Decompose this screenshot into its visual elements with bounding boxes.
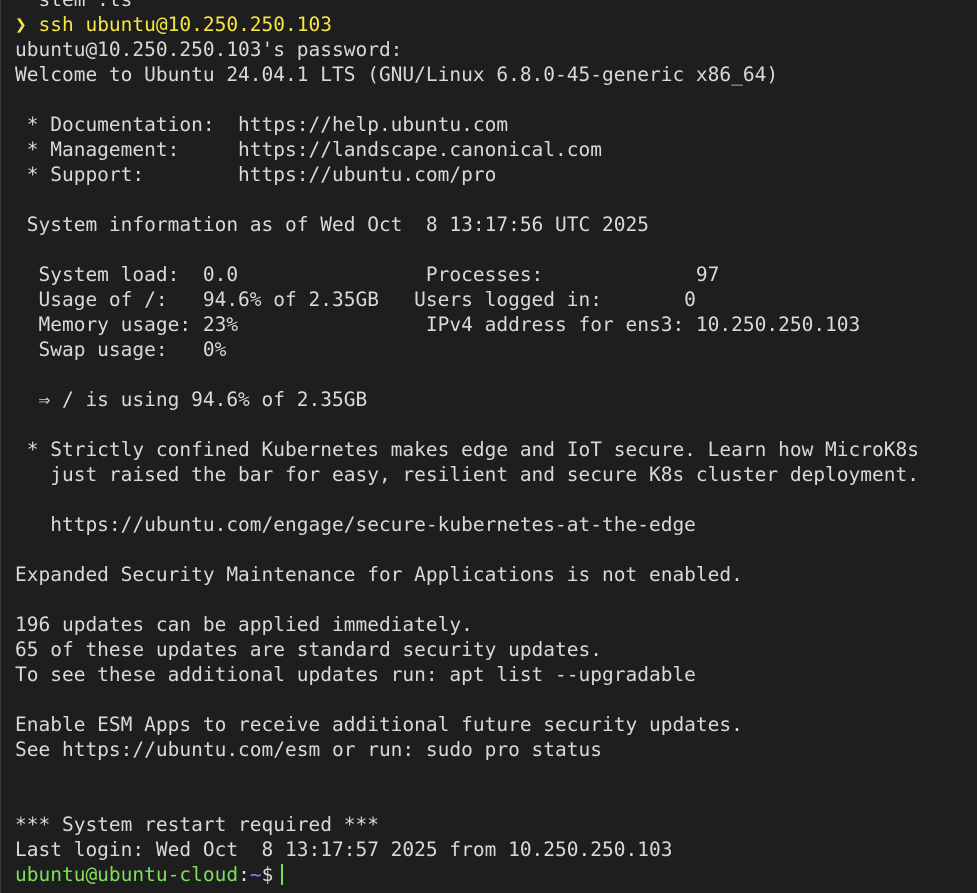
output-line: 65 of these updates are standard securit…	[15, 638, 602, 661]
text-cursor[interactable]	[281, 864, 284, 885]
output-line: * Management: https://landscape.canonica…	[15, 138, 602, 161]
output-line: Last login: Wed Oct 8 13:17:57 2025 from…	[15, 838, 673, 861]
output-line: * Documentation: https://help.ubuntu.com	[15, 113, 509, 136]
prompt-path: ~	[249, 863, 262, 886]
output-line: To see these additional updates run: apt…	[15, 663, 696, 686]
output-line: Memory usage: 23% IPv4 address for ens3:…	[15, 313, 861, 336]
terminal-output: stem .ts ❯ ssh ubuntu@10.250.250.103 ubu…	[1, 0, 977, 887]
output-line: See https://ubuntu.com/esm or run: sudo …	[15, 738, 602, 761]
output-line: * Strictly confined Kubernetes makes edg…	[15, 438, 919, 461]
output-line: 196 updates can be applied immediately.	[15, 613, 473, 636]
output-line: Swap usage: 0%	[15, 338, 227, 361]
prompt-symbol: $	[261, 863, 274, 886]
output-line: Expanded Security Maintenance for Applic…	[15, 563, 743, 586]
output-line: Usage of /: 94.6% of 2.35GB Users logged…	[15, 288, 696, 311]
output-line: Enable ESM Apps to receive additional fu…	[15, 713, 743, 736]
partial-top-line: stem .ts	[1, 0, 977, 12]
command-text: ssh ubuntu@10.250.250.103	[26, 13, 332, 36]
shell-prompt-line[interactable]: ubuntu@ubuntu-cloud:~$	[1, 862, 977, 887]
command-line: ❯ ssh ubuntu@10.250.250.103	[1, 12, 977, 37]
output-line: *** System restart required ***	[15, 813, 379, 836]
terminal-window[interactable]: stem .ts ❯ ssh ubuntu@10.250.250.103 ubu…	[0, 0, 977, 893]
output-line: System information as of Wed Oct 8 13:17…	[15, 213, 649, 236]
output-line: ubuntu@10.250.250.103's password:	[15, 38, 403, 61]
prompt-separator: :	[238, 863, 250, 886]
prompt-arrow-icon: ❯	[15, 13, 27, 36]
output-line: https://ubuntu.com/engage/secure-kuberne…	[15, 513, 696, 536]
output-line: * Support: https://ubuntu.com/pro	[15, 163, 497, 186]
prompt-user-host: ubuntu@ubuntu-cloud	[15, 863, 239, 886]
output-line: just raised the bar for easy, resilient …	[15, 463, 919, 486]
output-line: System load: 0.0 Processes: 97	[15, 263, 720, 286]
output-line: ⇒ / is using 94.6% of 2.35GB	[15, 388, 368, 411]
output-line: Welcome to Ubuntu 24.04.1 LTS (GNU/Linux…	[15, 63, 779, 86]
